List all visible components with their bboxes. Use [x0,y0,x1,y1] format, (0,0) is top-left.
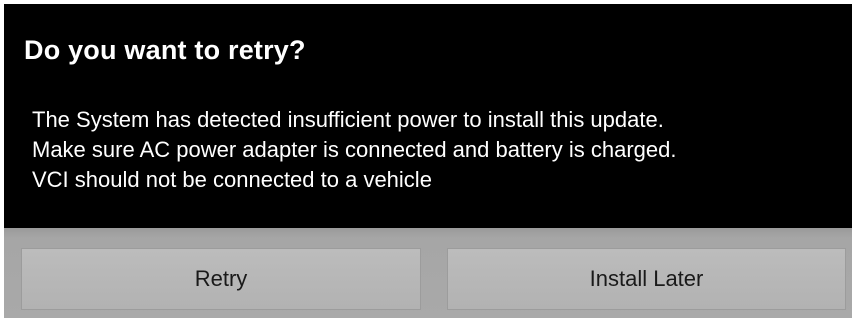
dialog-title: Do you want to retry? [24,35,306,65]
message-line-2: Make sure AC power adapter is connected … [32,137,677,162]
install-later-button[interactable]: Install Later [447,248,846,310]
dialog-message: The System has detected insufficient pow… [32,105,847,195]
retry-button[interactable]: Retry [21,248,421,310]
retry-dialog: Do you want to retry? The System has det… [4,4,852,318]
message-line-3: VCI should not be connected to a vehicle [32,167,432,192]
message-line-1: The System has detected insufficient pow… [32,107,664,132]
dialog-button-bar: Retry Install Later [4,228,852,318]
